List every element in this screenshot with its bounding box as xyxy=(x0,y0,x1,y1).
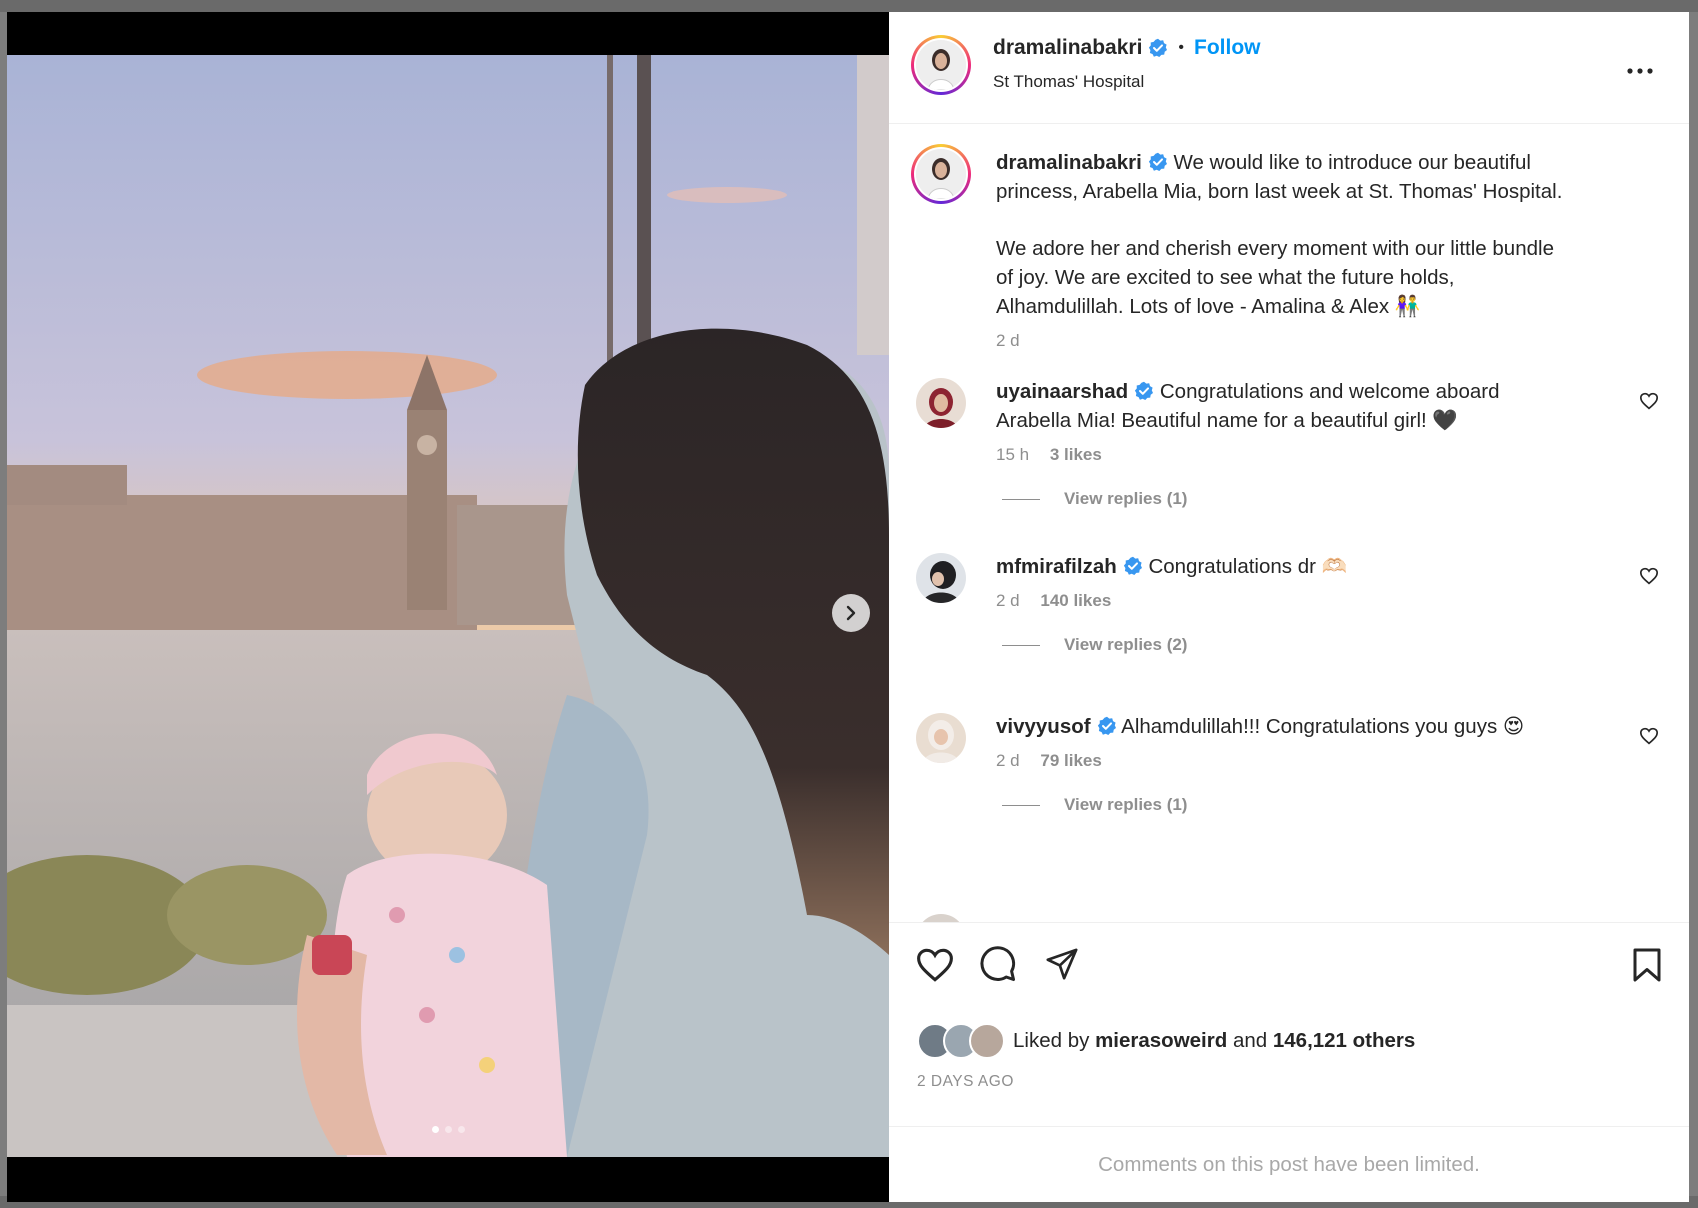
heart-icon[interactable] xyxy=(1639,727,1659,745)
bookmark-icon[interactable] xyxy=(1631,947,1663,983)
author-avatar[interactable] xyxy=(911,35,971,95)
author-avatar-picture xyxy=(916,40,966,90)
carousel-indicator xyxy=(7,1126,889,1133)
verified-badge-icon xyxy=(1148,152,1167,171)
separator-dot: • xyxy=(1178,39,1185,56)
comment-text-line-2: Arabella Mia! Beautiful name for a beaut… xyxy=(996,409,1458,432)
liked-by-and: and xyxy=(1232,1029,1268,1052)
verified-badge-icon xyxy=(1097,716,1116,735)
comment-author[interactable]: mfmirafilzah xyxy=(996,555,1117,578)
carousel-dot-2 xyxy=(444,1126,452,1133)
like-heart-icon[interactable] xyxy=(915,947,955,983)
comments-limited-notice: Comments on this post have been limited. xyxy=(889,1126,1689,1203)
caption-text-line-3: We adore her and cherish every moment wi… xyxy=(996,237,1554,260)
comment-avatar[interactable] xyxy=(916,378,966,428)
comment-text-line-1: Alhamdulillah!!! Congratulations you guy… xyxy=(1121,715,1525,738)
comment-likes[interactable]: 3 likes xyxy=(1050,445,1102,464)
comment: vivyyusof Alhamdulillah!!! Congratulatio… xyxy=(996,712,1616,815)
comment-avatar-picture xyxy=(916,553,966,603)
comment: mfmirafilzah Congratulations dr 🫶🏻 2 d 1… xyxy=(996,552,1596,655)
post-media xyxy=(7,12,889,1202)
comment-timestamp: 15 h xyxy=(996,445,1030,464)
caption-text-line-1: We would like to introduce our beautiful xyxy=(1173,151,1531,174)
caption: dramalinabakri We would like to introduc… xyxy=(996,148,1666,351)
post-photo xyxy=(7,55,889,1157)
share-icon[interactable] xyxy=(1044,947,1080,981)
comment-avatar[interactable] xyxy=(916,713,966,763)
view-replies-button[interactable]: View replies (1) xyxy=(1064,489,1187,508)
caption-timestamp: 2 d xyxy=(996,331,1020,350)
follow-button[interactable]: Follow xyxy=(1194,36,1261,60)
more-options-icon[interactable] xyxy=(1627,68,1653,74)
post-details-panel: dramalinabakri • Follow St Thomas' Hospi… xyxy=(889,12,1689,1202)
caption-text-line-5: Alhamdulillah. Lots of love - Amalina & … xyxy=(996,295,1421,318)
caption-text-line-4: of joy. We are excited to see what the f… xyxy=(996,266,1455,289)
liked-by-prefix: Liked by xyxy=(1013,1029,1090,1052)
post-actions: Liked by mierasoweird and 146,121 others… xyxy=(889,922,1689,1123)
comments-list[interactable]: dramalinabakri We would like to introduc… xyxy=(889,124,1689,922)
browser-backdrop-top xyxy=(0,0,1698,12)
post-location[interactable]: St Thomas' Hospital xyxy=(993,72,1144,92)
carousel-dot-3 xyxy=(457,1126,465,1133)
liked-by-user[interactable]: mierasoweird xyxy=(1095,1029,1227,1053)
comment-icon[interactable] xyxy=(979,945,1017,983)
comment-author[interactable]: vivyyusof xyxy=(996,715,1091,738)
comment-avatar-picture xyxy=(916,914,966,922)
post-header: dramalinabakri • Follow St Thomas' Hospi… xyxy=(889,12,1689,124)
reply-divider xyxy=(1002,645,1040,647)
next-slide-button[interactable] xyxy=(832,594,870,632)
comment-author[interactable]: uyainaarshad xyxy=(996,380,1128,403)
liked-by: Liked by mierasoweird and 146,121 others xyxy=(917,1023,1415,1059)
next-arrow-icon xyxy=(846,605,856,621)
caption-text-line-2: princess, Arabella Mia, born last week a… xyxy=(996,180,1563,203)
comment-text-line-1: Congratulations dr 🫶🏻 xyxy=(1148,555,1348,578)
comment-likes[interactable]: 140 likes xyxy=(1040,591,1111,610)
likes-count[interactable]: 146,121 others xyxy=(1273,1029,1415,1053)
view-replies-button[interactable]: View replies (1) xyxy=(1064,795,1187,814)
author-username[interactable]: dramalinabakri xyxy=(993,36,1142,60)
comment-timestamp: 2 d xyxy=(996,751,1020,770)
reply-divider xyxy=(1002,499,1040,501)
view-replies-button[interactable]: View replies (2) xyxy=(1064,635,1187,654)
liker-avatars xyxy=(917,1023,1005,1059)
comment: uyainaarshad Congratulations and welcome… xyxy=(996,377,1596,509)
comment-avatar-picture xyxy=(916,378,966,428)
heart-icon[interactable] xyxy=(1639,567,1659,585)
reply-divider xyxy=(1002,805,1040,807)
liker-avatar[interactable] xyxy=(969,1023,1005,1059)
caption-avatar-picture xyxy=(916,149,966,199)
verified-badge-icon xyxy=(1149,38,1168,57)
heart-icon[interactable] xyxy=(1639,392,1659,410)
comment-avatar[interactable] xyxy=(916,914,966,922)
verified-badge-icon xyxy=(1123,556,1142,575)
caption-avatar[interactable] xyxy=(911,144,971,204)
comment-likes[interactable]: 79 likes xyxy=(1040,751,1101,770)
comment-avatar-picture xyxy=(916,713,966,763)
comment-avatar[interactable] xyxy=(916,553,966,603)
comment-timestamp: 2 d xyxy=(996,591,1020,610)
carousel-dot-1 xyxy=(431,1126,439,1133)
caption-author[interactable]: dramalinabakri xyxy=(996,151,1142,174)
post-date[interactable]: 2 DAYS AGO xyxy=(917,1073,1014,1091)
verified-badge-icon xyxy=(1135,381,1154,400)
photo-illustration xyxy=(7,55,889,1157)
comment-text-line-1: Congratulations and welcome aboard xyxy=(1159,380,1500,403)
